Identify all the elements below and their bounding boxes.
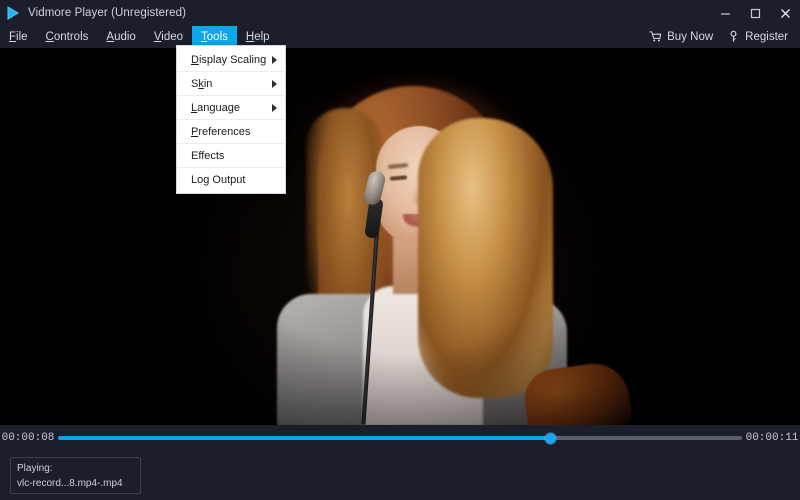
video-area[interactable]: [0, 48, 800, 425]
skin-label-rest: in: [203, 77, 213, 90]
minimize-icon[interactable]: [710, 0, 740, 26]
total-time-label: 00:00:11: [745, 432, 799, 444]
now-playing-filename: vlc-record...8.mp4-.mp4: [17, 478, 123, 489]
seek-handle[interactable]: [544, 432, 556, 444]
menu-item-effects[interactable]: Effects: [177, 144, 285, 168]
menu-controls[interactable]: Controls: [37, 26, 98, 48]
chevron-right-icon: [272, 79, 277, 88]
chevron-right-icon: [272, 55, 277, 64]
menu-bar: File Controls Audio Video Tools Help Buy…: [0, 25, 800, 48]
menu-file[interactable]: File: [0, 26, 37, 48]
register-label: Register: [745, 30, 788, 43]
close-icon[interactable]: [770, 0, 800, 26]
key-icon: [727, 30, 740, 43]
buy-now-label: Buy Now: [667, 30, 714, 43]
preferences-label-rest: references: [198, 125, 251, 138]
seek-slider[interactable]: [58, 432, 742, 444]
menu-video-label-rest: ideo: [161, 30, 184, 43]
menu-controls-label-rest: ontrols: [53, 30, 89, 43]
display-scaling-label-rest: isplay Scaling: [198, 53, 267, 66]
current-time-label: 00:00:08: [1, 432, 55, 444]
effects-label: Effects: [191, 149, 225, 162]
menu-item-skin[interactable]: Skin: [177, 72, 285, 96]
seek-progress-fill: [58, 436, 551, 440]
menu-file-label-rest: ile: [16, 30, 28, 43]
menu-item-language[interactable]: Language: [177, 96, 285, 120]
language-label-rest: anguage: [197, 101, 240, 114]
menu-item-log-output[interactable]: Log Output: [177, 168, 285, 192]
now-playing-label: Playing:: [17, 463, 53, 474]
window-controls: [710, 0, 800, 26]
video-still-image: [63, 48, 737, 425]
log-output-label: Log Output: [191, 174, 246, 186]
menu-tools-label-rest: ools: [206, 30, 228, 43]
chevron-right-icon: [272, 103, 277, 112]
video-frame[interactable]: [63, 48, 737, 425]
buy-now-button[interactable]: Buy Now: [649, 30, 713, 43]
title-bar: Vidmore Player (Unregistered): [0, 0, 800, 26]
tools-dropdown-menu[interactable]: Display Scaling Skin Language Preference…: [176, 45, 286, 194]
register-button[interactable]: Register: [727, 30, 788, 43]
maximize-icon[interactable]: [740, 0, 770, 26]
menu-audio-label-rest: udio: [114, 30, 136, 43]
vidmore-player-window: Vidmore Player (Unregistered) File Contr…: [0, 0, 800, 500]
window-title: Vidmore Player (Unregistered): [28, 7, 186, 19]
menu-bar-actions: Buy Now Register: [649, 30, 800, 43]
bottom-control-bar: Playing: vlc-record...8.mp4-.mp4 Playlis…: [0, 451, 800, 500]
play-triangle-icon: [0, 0, 26, 26]
menu-help-label-rest: elp: [254, 30, 270, 43]
menu-item-display-scaling[interactable]: Display Scaling: [177, 48, 285, 72]
cart-icon: [649, 30, 662, 43]
menu-audio[interactable]: Audio: [97, 26, 144, 48]
seek-bar: 00:00:08 00:00:11: [0, 425, 800, 451]
menu-item-preferences[interactable]: Preferences: [177, 120, 285, 144]
now-playing-box: Playing: vlc-record...8.mp4-.mp4: [10, 457, 141, 494]
